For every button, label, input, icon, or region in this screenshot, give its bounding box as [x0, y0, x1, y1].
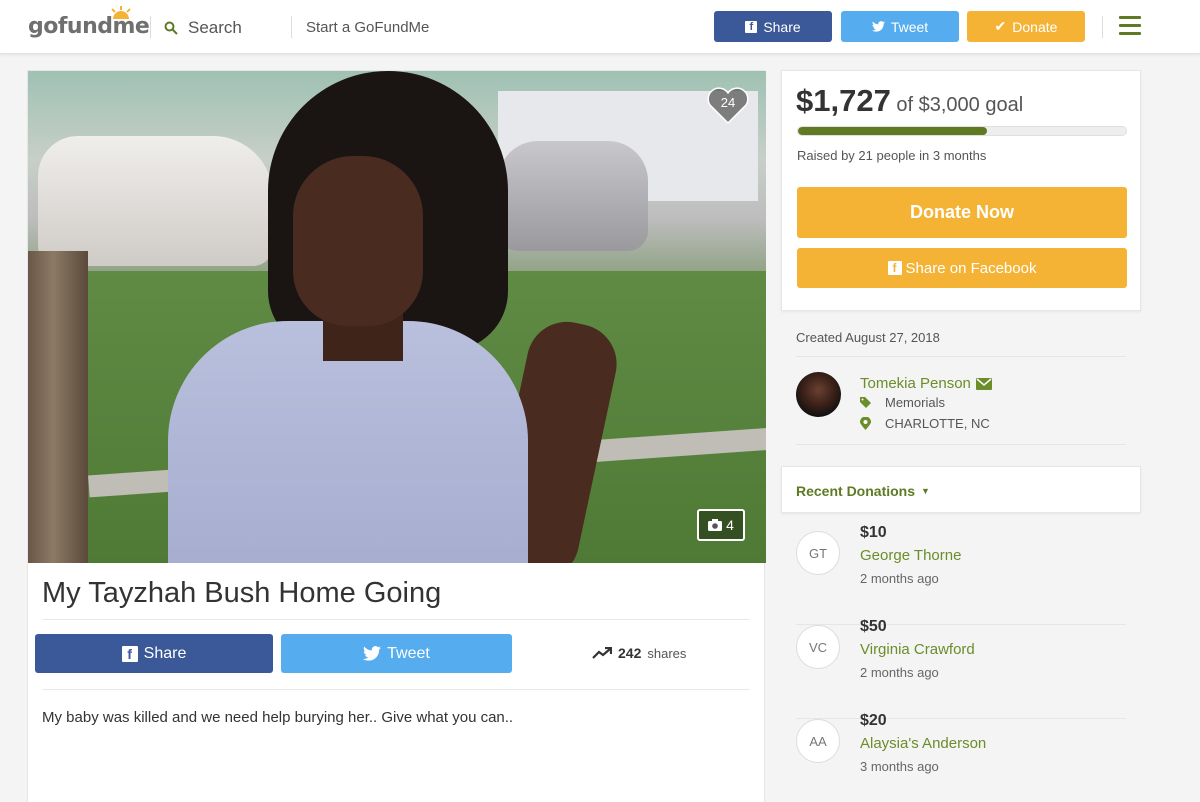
facebook-icon: f — [121, 645, 138, 662]
campaign-share-label: Share — [143, 644, 187, 662]
start-gofundme-link[interactable]: Start a GoFundMe — [306, 19, 429, 36]
organizer-category[interactable]: Memorials — [860, 395, 945, 410]
caret-down-icon: ▼ — [921, 486, 930, 496]
campaign-photo[interactable]: 24 4 — [28, 71, 766, 563]
donation-item: VC $50 Virginia Crawford 2 months ago — [796, 618, 1126, 719]
share-on-facebook-label: Share on Facebook — [905, 259, 1037, 277]
donor-name: George Thorne — [860, 547, 962, 564]
donate-now-button[interactable]: Donate Now — [797, 187, 1127, 238]
donation-amount: $10 — [860, 524, 887, 541]
progress-bar — [797, 126, 1127, 136]
header-tweet-button[interactable]: Tweet — [841, 11, 959, 42]
donor-name: Alaysia's Anderson — [860, 735, 987, 752]
organizer-location: CHARLOTTE, NC — [860, 416, 990, 431]
divider — [42, 619, 750, 620]
header-tweet-label: Tweet — [890, 18, 929, 35]
donor-avatar: GT — [796, 531, 840, 575]
recent-donations-dropdown[interactable]: Recent Donations ▼ — [796, 483, 930, 499]
twitter-bird-icon — [871, 21, 885, 32]
campaign-share-button[interactable]: f Share — [35, 634, 273, 673]
header-donate-label: Donate — [1012, 18, 1058, 35]
progress-fill — [798, 127, 987, 135]
header-donate-button[interactable]: ✔ Donate — [967, 11, 1085, 42]
facebook-icon: f — [887, 261, 902, 275]
donor-avatar: VC — [796, 625, 840, 669]
divider — [150, 16, 151, 38]
organizer-name-link[interactable]: Tomekia Penson — [860, 375, 992, 392]
logo-sun-icon — [111, 6, 131, 19]
tag-icon — [860, 397, 871, 408]
organizer-name: Tomekia Penson — [860, 375, 971, 392]
campaign-tweet-button[interactable]: Tweet — [281, 634, 512, 673]
divider — [42, 689, 750, 690]
donation-item: AA $20 Alaysia's Anderson 3 months ago — [796, 712, 1126, 802]
category-label: Memorials — [885, 395, 945, 410]
campaign-card: 24 4 My Tayzhah Bush Home Going f Share … — [27, 70, 766, 802]
amount-raised: $1,727 of $3,000 goal — [796, 83, 1023, 119]
location-label: CHARLOTTE, NC — [885, 416, 990, 431]
trending-up-icon — [592, 647, 612, 659]
donation-item: GT $10 George Thorne 2 months ago — [796, 524, 1126, 625]
recent-donations-label: Recent Donations — [796, 483, 916, 499]
shares-label: shares — [647, 645, 687, 661]
donor-avatar: AA — [796, 719, 840, 763]
search-label: Search — [188, 18, 242, 37]
twitter-bird-icon — [363, 646, 382, 661]
header-share-button[interactable]: f Share — [714, 11, 832, 42]
search-icon — [164, 21, 178, 35]
facebook-icon: f — [745, 20, 758, 33]
hamburger-menu-icon[interactable] — [1119, 16, 1141, 35]
share-on-facebook-button[interactable]: f Share on Facebook — [797, 248, 1127, 288]
donation-time: 3 months ago — [860, 759, 939, 774]
raised-by-text: Raised by 21 people in 3 months — [797, 148, 987, 163]
goal-text: of $3,000 goal — [896, 94, 1024, 116]
photo-gallery-button[interactable]: 4 — [697, 509, 745, 541]
divider — [291, 16, 292, 38]
map-pin-icon — [860, 417, 871, 430]
campaign-story: My baby was killed and we need help bury… — [42, 709, 514, 726]
heart-count: 24 — [720, 95, 736, 110]
donor-name: Virginia Crawford — [860, 641, 975, 658]
photo-count: 4 — [726, 517, 734, 533]
funding-card: $1,727 of $3,000 goal Raised by 21 peopl… — [781, 70, 1141, 311]
raised-amount: $1,727 — [796, 83, 891, 118]
created-date: Created August 27, 2018 — [796, 330, 940, 345]
header-share-label: Share — [763, 18, 801, 35]
campaign-tweet-label: Tweet — [387, 644, 430, 662]
divider — [796, 356, 1126, 357]
donation-time: 2 months ago — [860, 665, 939, 680]
top-navigation-bar: gofundme Search Start a GoFundMe f Share… — [0, 0, 1200, 54]
divider — [796, 444, 1126, 445]
donation-time: 2 months ago — [860, 571, 939, 586]
checkmark-icon: ✔ — [994, 18, 1007, 34]
camera-icon — [708, 519, 723, 531]
search-link[interactable]: Search — [164, 16, 242, 40]
divider — [1102, 16, 1103, 38]
donation-amount: $20 — [860, 712, 887, 729]
envelope-icon[interactable] — [975, 377, 992, 390]
recent-donations-header[interactable]: Recent Donations ▼ — [781, 466, 1141, 513]
organizer-avatar[interactable] — [796, 372, 841, 417]
shares-count: 242 — [618, 645, 642, 661]
shares-counter: 242 shares — [592, 641, 686, 665]
campaign-title: My Tayzhah Bush Home Going — [42, 577, 442, 609]
donation-amount: $50 — [860, 618, 887, 635]
